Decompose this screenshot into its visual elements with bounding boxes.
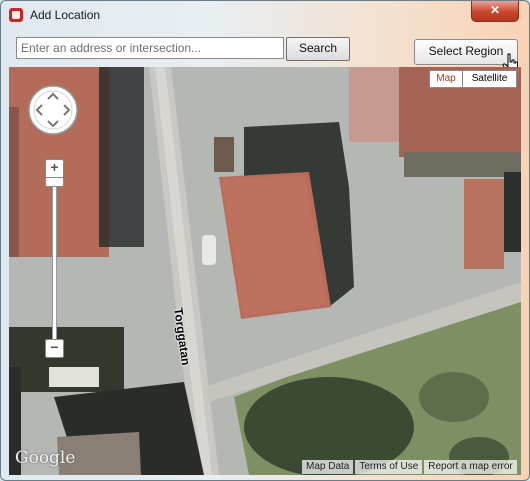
satellite-imagery (9, 67, 521, 475)
report-map-error-link[interactable]: Report a map error (424, 460, 517, 474)
zoom-in-button[interactable]: + (45, 159, 64, 178)
pan-control-icon[interactable] (28, 85, 78, 135)
satellite-map[interactable]: Map Satellite + − Torggatan Google Map D… (9, 67, 521, 475)
search-button[interactable]: Search (286, 37, 350, 61)
zoom-slider-track[interactable] (52, 177, 57, 347)
google-logo: Google (15, 448, 76, 468)
title-bar[interactable]: Add Location ✕ (1, 1, 529, 31)
map-data-link[interactable]: Map Data (302, 460, 354, 474)
sketchup-icon (9, 8, 23, 22)
zoom-slider-knob[interactable] (45, 177, 64, 187)
map-attribution: Map Data Terms of Use Report a map error (300, 460, 517, 474)
add-location-dialog: Add Location ✕ Search Select Region (0, 0, 530, 481)
terms-of-use-link[interactable]: Terms of Use (355, 460, 423, 474)
search-toolbar: Search Select Region (9, 31, 521, 67)
close-button[interactable]: ✕ (471, 1, 519, 22)
close-icon: ✕ (489, 3, 501, 17)
zoom-out-button[interactable]: − (45, 339, 64, 358)
map-type-satellite-button[interactable]: Satellite (462, 70, 517, 88)
window-title: Add Location (30, 8, 101, 22)
map-type-map-button[interactable]: Map (429, 70, 463, 88)
search-input[interactable] (16, 37, 284, 59)
